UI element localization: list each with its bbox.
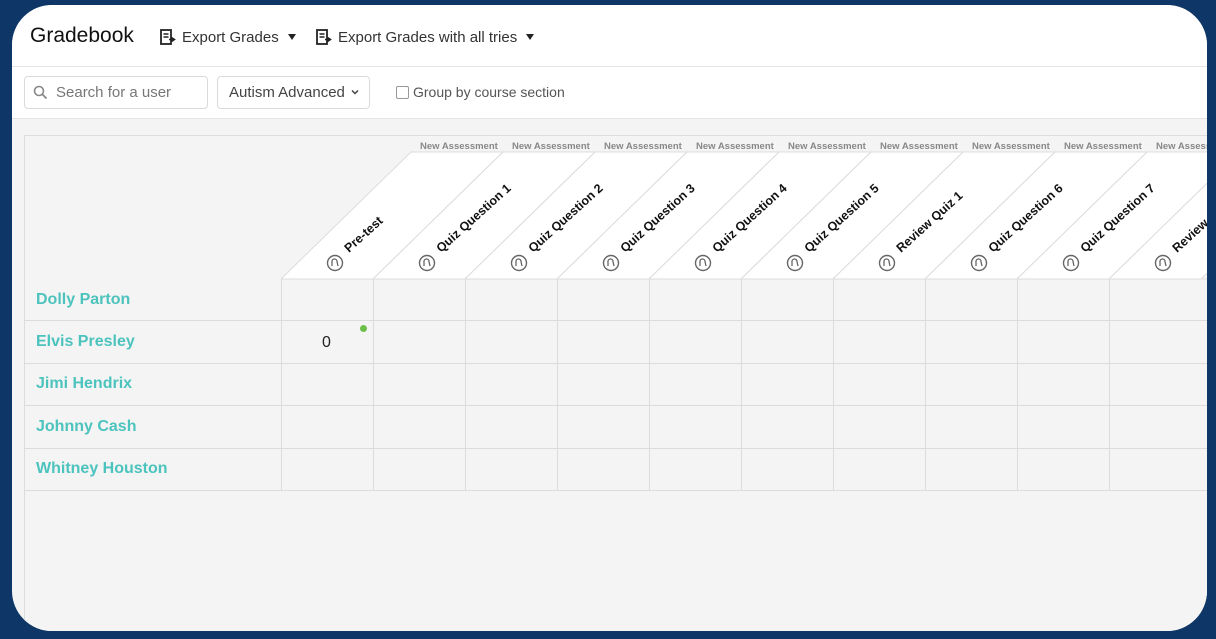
grade-cell[interactable] — [741, 448, 833, 491]
grade-cell[interactable] — [1017, 406, 1109, 449]
student-name-link[interactable]: Johnny Cash — [25, 406, 281, 449]
grade-cell[interactable]: 0 — [281, 321, 373, 364]
group-by-checkbox[interactable] — [396, 85, 409, 99]
student-name-link[interactable]: Whitney Houston — [25, 448, 281, 491]
grade-cell[interactable] — [373, 406, 465, 449]
column-category-label: New Assessment — [696, 141, 775, 152]
grade-cell[interactable] — [557, 279, 649, 322]
grade-cell[interactable] — [925, 321, 1017, 364]
column-category-label: New Assessment — [1064, 141, 1143, 152]
column-category-label: New Assessment — [1156, 141, 1207, 152]
grade-cell[interactable] — [557, 406, 649, 449]
grade-cell[interactable] — [833, 279, 925, 322]
group-by-label: Group by course section — [413, 84, 565, 100]
search-icon — [33, 85, 48, 100]
group-by-section-toggle[interactable]: Group by course section — [396, 84, 565, 100]
grade-cell[interactable] — [925, 448, 1017, 491]
grade-cell[interactable] — [925, 279, 1017, 322]
student-name-link[interactable]: Elvis Presley — [25, 321, 281, 364]
grade-cell[interactable] — [741, 321, 833, 364]
grade-cell[interactable] — [1017, 279, 1109, 322]
grade-cell[interactable] — [373, 321, 465, 364]
column-category-label: New Assessment — [972, 141, 1051, 152]
grade-cell[interactable] — [373, 279, 465, 322]
grade-cell[interactable] — [557, 321, 649, 364]
grade-cell[interactable] — [649, 406, 741, 449]
grade-cell[interactable] — [465, 279, 557, 322]
grade-cell[interactable] — [557, 363, 649, 407]
table-row — [281, 279, 1207, 322]
grade-cell[interactable] — [1017, 363, 1109, 407]
caret-down-icon — [287, 34, 296, 40]
grade-cell[interactable] — [465, 363, 557, 407]
grade-cell[interactable] — [1109, 406, 1201, 449]
caret-down-icon — [526, 34, 535, 40]
export-icon — [160, 29, 176, 45]
grade-cell[interactable] — [281, 406, 373, 449]
grade-cell[interactable] — [557, 448, 649, 491]
status-dot — [360, 325, 367, 333]
grade-cell[interactable] — [465, 321, 557, 364]
grade-cell[interactable] — [1109, 321, 1201, 364]
grade-cell[interactable] — [833, 406, 925, 449]
grade-cell[interactable] — [925, 406, 1017, 449]
student-name-link[interactable]: Dolly Parton — [25, 279, 281, 322]
grade-value: 0 — [322, 334, 331, 352]
export-all-tries-button[interactable]: Export Grades with all tries — [316, 27, 535, 47]
grade-cell[interactable] — [649, 279, 741, 322]
grade-cell[interactable] — [741, 363, 833, 407]
grade-cell[interactable] — [281, 448, 373, 491]
grade-cell[interactable] — [281, 363, 373, 407]
top-bar: Gradebook Export Grades Export Grades wi… — [12, 5, 1207, 67]
grade-cell[interactable] — [741, 406, 833, 449]
grade-cell[interactable] — [1109, 279, 1201, 322]
course-select[interactable]: Autism Advanced — [217, 76, 370, 109]
grade-cell[interactable] — [833, 363, 925, 407]
table-row — [281, 363, 1207, 407]
table-row: 0 — [281, 321, 1207, 364]
chevron-down-icon — [351, 89, 359, 95]
table-row — [281, 448, 1207, 491]
export-all-tries-label: Export Grades with all tries — [338, 28, 518, 46]
student-name-column: Dolly Parton Elvis Presley Jimi Hendrix Joh… — [25, 279, 281, 491]
grade-cell[interactable] — [373, 448, 465, 491]
gradebook-window: Gradebook Export Grades Export Grades wi… — [12, 5, 1207, 631]
column-category-label: New Assessment — [880, 141, 959, 152]
grade-cell[interactable] — [465, 406, 557, 449]
grade-cell[interactable] — [281, 279, 373, 322]
grade-cell[interactable] — [833, 448, 925, 491]
student-name-link[interactable]: Jimi Hendrix — [25, 363, 281, 407]
grade-cell[interactable] — [373, 363, 465, 407]
export-grades-label: Export Grades — [182, 28, 279, 46]
grade-cell[interactable] — [1109, 448, 1201, 491]
column-category-label: New Assessment — [420, 141, 499, 152]
grade-cell[interactable] — [1017, 448, 1109, 491]
course-select-value: Autism Advanced — [229, 84, 345, 101]
grade-cell[interactable] — [1109, 363, 1201, 407]
column-category-label: New Assessment — [512, 141, 591, 152]
table-row — [281, 406, 1207, 449]
grade-cell[interactable] — [741, 279, 833, 322]
column-category-label: New Assessment — [604, 141, 683, 152]
grade-cell[interactable] — [925, 363, 1017, 407]
grade-cell[interactable] — [833, 321, 925, 364]
page-title: Gradebook — [30, 24, 134, 47]
search-box — [24, 76, 208, 109]
grade-cell[interactable] — [465, 448, 557, 491]
gradebook-grid: New Assessment Pre-test New Assessment Quiz… — [24, 135, 1207, 631]
filter-toolbar: Autism Advanced Group by course section — [12, 67, 1207, 119]
grade-cell[interactable] — [649, 321, 741, 364]
grade-cell[interactable] — [649, 448, 741, 491]
grade-cell[interactable] — [649, 363, 741, 407]
grade-cell[interactable] — [1017, 321, 1109, 364]
column-headers: New AssessmentPre-testNew AssessmentQuiz… — [279, 141, 1207, 280]
export-grades-button[interactable]: Export Grades — [160, 27, 296, 47]
column-category-label: New Assessment — [788, 141, 867, 152]
export-icon — [316, 29, 332, 45]
search-input[interactable] — [56, 84, 196, 101]
